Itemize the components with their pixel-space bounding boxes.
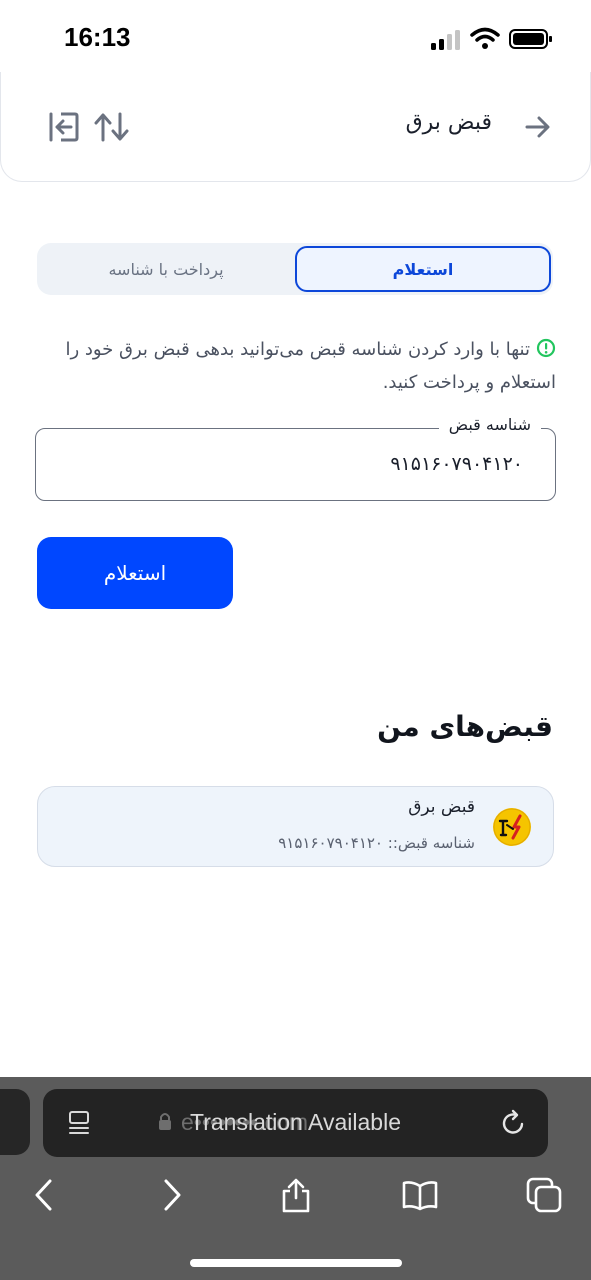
browser-forward-icon[interactable] — [154, 1177, 190, 1213]
status-bar: 16:13 — [0, 0, 591, 72]
inquiry-button[interactable]: استعلام — [37, 537, 233, 609]
logout-icon[interactable] — [47, 110, 81, 144]
back-arrow-icon[interactable] — [519, 109, 555, 145]
page-title: قبض برق — [405, 110, 492, 135]
bill-id-field: شناسه قبض — [35, 415, 556, 501]
translation-banner[interactable]: Translation Available — [43, 1109, 548, 1136]
bill-name: قبض برق — [408, 797, 475, 817]
info-circle-icon — [536, 338, 556, 358]
swap-vertical-icon[interactable] — [93, 110, 131, 144]
status-time: 16:13 — [64, 22, 131, 52]
tab-inquiry[interactable]: استعلام — [295, 246, 551, 292]
battery-icon — [509, 29, 552, 49]
bill-id-input[interactable] — [123, 449, 523, 479]
bookmarks-icon[interactable] — [402, 1177, 438, 1213]
saved-bill-card[interactable]: قبض برق شناسه قبض:: ۹۱۵۱۶۰۷۹۰۴۱۲۰ — [37, 786, 554, 867]
info-message: تنها با وارد کردن شناسه قبض می‌توانید بد… — [36, 333, 556, 399]
bill-id-label: شناسه قبض — [438, 415, 541, 434]
browser-toolbar: e••••••••.com Translation Available — [0, 1077, 591, 1280]
info-text: تنها با وارد کردن شناسه قبض می‌توانید بد… — [65, 339, 556, 393]
tab-pay-by-id[interactable]: پرداخت با شناسه — [37, 243, 295, 295]
share-icon[interactable] — [278, 1177, 314, 1213]
previous-tab-preview[interactable] — [0, 1089, 30, 1155]
reload-icon[interactable] — [500, 1109, 528, 1137]
mode-tabs: استعلام پرداخت با شناسه — [37, 243, 553, 295]
address-bar[interactable]: e••••••••.com Translation Available — [43, 1089, 548, 1157]
wifi-icon — [470, 27, 500, 49]
my-bills-title: قبض‌های من — [377, 710, 553, 743]
header-bar: قبض برق — [0, 72, 591, 182]
cellular-signal-icon — [431, 30, 460, 50]
bill-id-text: شناسه قبض:: ۹۱۵۱۶۰۷۹۰۴۱۲۰ — [278, 834, 475, 852]
electricity-company-logo — [493, 808, 531, 846]
tabs-icon[interactable] — [526, 1177, 562, 1213]
browser-back-icon[interactable] — [26, 1177, 62, 1213]
home-indicator — [190, 1259, 402, 1267]
